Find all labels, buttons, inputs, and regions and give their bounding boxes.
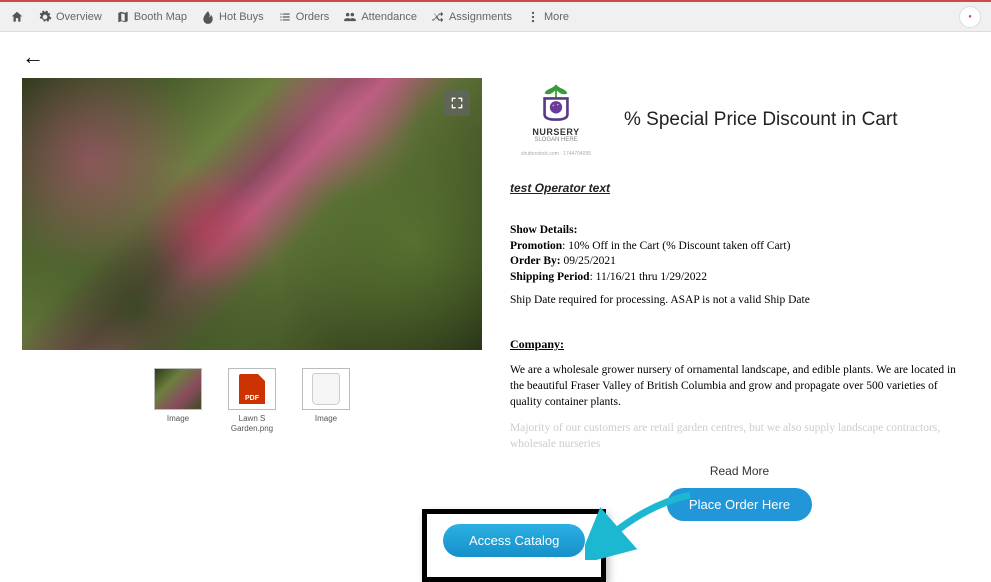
nav-label: Booth Map: [134, 11, 187, 23]
nav-label: Hot Buys: [219, 11, 264, 23]
home-icon[interactable]: [10, 10, 24, 24]
promotion-value: : 10% Off in the Cart (% Discount taken …: [562, 240, 790, 252]
thumb-label: Lawn S Garden.png: [226, 414, 278, 433]
nav-more[interactable]: More: [526, 10, 569, 24]
map-icon: [116, 10, 130, 24]
nav-booth-map[interactable]: Booth Map: [116, 10, 187, 24]
company-p2: Majority of our customers are retail gar…: [510, 420, 969, 452]
expand-icon: [449, 95, 465, 111]
thumbnails: Image Lawn S Garden.png Image: [22, 368, 482, 433]
nav-label: More: [544, 11, 569, 23]
left-column: Image Lawn S Garden.png Image: [22, 78, 482, 433]
nav-hot-buys[interactable]: Hot Buys: [201, 10, 264, 24]
shipping-value: : 11/16/21 thru 1/29/2022: [590, 271, 707, 283]
brand-row: NURSERY SLOGAN HERE shutterstock.com · 1…: [510, 82, 969, 157]
thumb-image-1[interactable]: Image: [152, 368, 204, 433]
pdf-icon: [239, 374, 265, 404]
show-details: Show Details: Promotion: 10% Off in the …: [510, 223, 969, 309]
nursery-logo-icon: [534, 82, 578, 122]
shipping-label: Shipping Period: [510, 271, 590, 283]
content: ← Image Lawn S Garden.png Image: [0, 32, 991, 533]
brand-title: NURSERY: [510, 127, 602, 137]
nav-label: Assignments: [449, 11, 512, 23]
orderby-label: Order By:: [510, 255, 561, 267]
avatar[interactable]: ●: [959, 6, 981, 28]
brand-logo: NURSERY SLOGAN HERE shutterstock.com · 1…: [510, 82, 602, 157]
operator-text: test Operator text: [510, 181, 969, 195]
main-row: Image Lawn S Garden.png Image: [22, 78, 969, 521]
dots-icon: [526, 10, 540, 24]
expand-button[interactable]: [444, 90, 470, 116]
details-header: Show Details:: [510, 224, 577, 236]
promotion-label: Promotion: [510, 240, 562, 252]
thumb-preview: [302, 368, 350, 410]
catalog-highlight: Access Catalog: [422, 509, 606, 582]
brand-slogan: SLOGAN HERE: [510, 137, 602, 143]
right-column: NURSERY SLOGAN HERE shutterstock.com · 1…: [510, 78, 969, 521]
fire-icon: [201, 10, 215, 24]
headline: % Special Price Discount in Cart: [624, 109, 898, 131]
nav-label: Overview: [56, 11, 102, 23]
thumb-image-2[interactable]: Image: [300, 368, 352, 433]
top-nav: Overview Booth Map Hot Buys Orders Atten…: [0, 0, 991, 32]
gear-icon: [38, 10, 52, 24]
brand-attribution: shutterstock.com · 1744704095: [510, 151, 602, 157]
thumb-pdf[interactable]: Lawn S Garden.png: [226, 368, 278, 433]
place-order-button[interactable]: Place Order Here: [667, 488, 812, 521]
list-icon: [278, 10, 292, 24]
thumb-preview: [154, 368, 202, 410]
nav-label: Orders: [296, 11, 330, 23]
orderby-value: 09/25/2021: [561, 255, 616, 267]
nav-attendance[interactable]: Attendance: [343, 10, 417, 24]
company-header: Company:: [510, 337, 969, 352]
read-more[interactable]: Read More: [510, 464, 969, 478]
ship-note: Ship Date required for processing. ASAP …: [510, 293, 969, 309]
nav-orders[interactable]: Orders: [278, 10, 330, 24]
thumb-preview: [228, 368, 276, 410]
shuffle-icon: [431, 10, 445, 24]
main-image: [22, 78, 482, 350]
company-p1: We are a wholesale grower nursery of orn…: [510, 362, 969, 410]
nav-overview[interactable]: Overview: [38, 10, 102, 24]
nav-assignments[interactable]: Assignments: [431, 10, 512, 24]
thumb-label: Image: [152, 414, 204, 424]
nav-label: Attendance: [361, 11, 417, 23]
people-icon: [343, 10, 357, 24]
access-catalog-button[interactable]: Access Catalog: [443, 524, 585, 557]
thumb-label: Image: [300, 414, 352, 424]
back-arrow[interactable]: ←: [22, 44, 44, 70]
